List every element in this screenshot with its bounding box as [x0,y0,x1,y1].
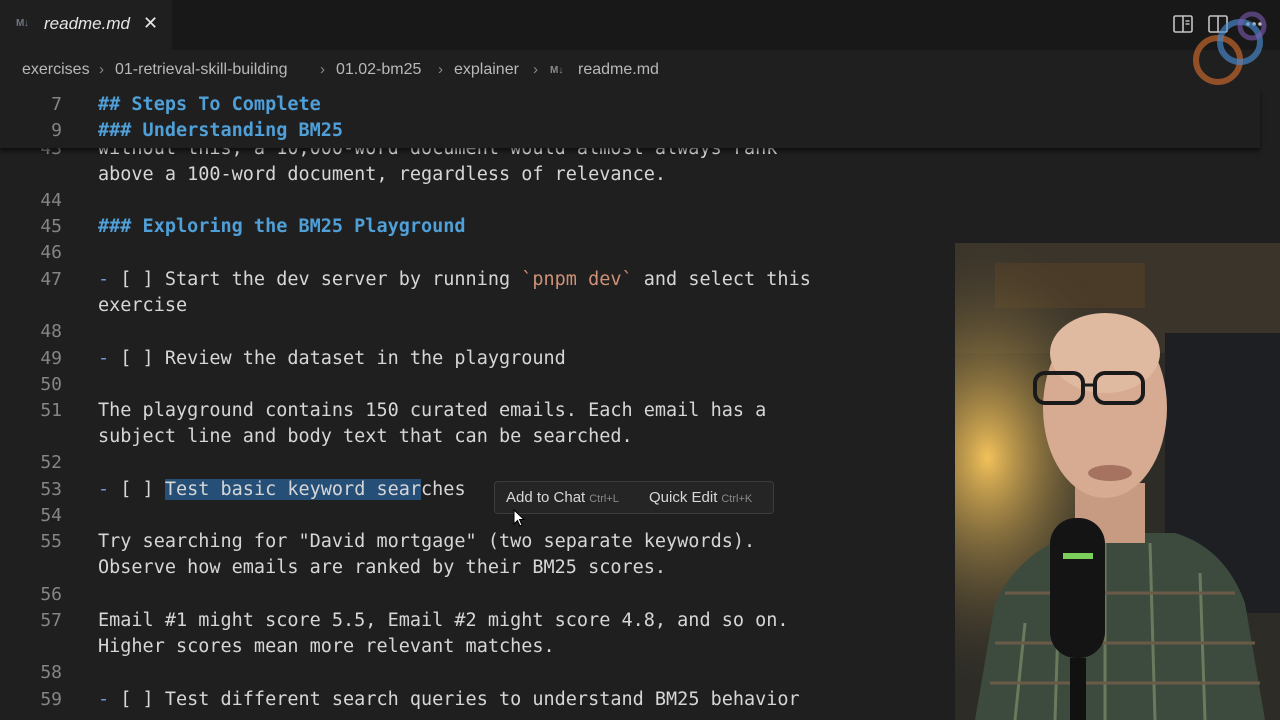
line-number: 50 [40,374,62,395]
todo-item: - [ ] Start the dev server by running `p… [98,269,811,290]
todo-item: - [ ] Test basic keyword searches [98,479,466,500]
line-number: 56 [40,584,62,605]
shortcut-hint: Ctrl+L [589,493,619,505]
line-number: 57 [40,610,62,631]
breadcrumb-subfolder[interactable]: 01.02-bm25 [336,61,421,79]
code-line: Email #1 might score 5.5, Email #2 might… [98,610,789,631]
code-line: exercise [98,295,188,316]
breadcrumb-exercises[interactable]: exercises [22,61,90,79]
code-line: subject line and body text that can be s… [98,426,633,447]
markdown-icon: M↓ [16,18,29,29]
tab-readme[interactable]: M↓ readme.md ✕ [0,0,172,50]
code-line: Higher scores mean more relevant matches… [98,636,555,657]
sticky-heading[interactable]: ## Steps To Complete [98,94,321,115]
chevron-right-icon: › [99,61,104,78]
close-icon[interactable]: ✕ [143,13,158,34]
line-number: 51 [40,400,62,421]
chevron-right-icon: › [533,61,538,78]
line-number: 54 [40,505,62,526]
chevron-right-icon: › [438,61,443,78]
line-number: 9 [51,120,62,141]
inline-code: `pnpm dev` [521,269,633,290]
add-to-chat-button[interactable]: Add to Chat Ctrl+L [506,489,619,506]
line-number: 52 [40,452,62,473]
tab-bar: M↓ readme.md ✕ [0,0,1280,50]
breadcrumb-file[interactable]: readme.md [578,61,659,79]
sticky-heading[interactable]: ### Understanding BM25 [98,120,343,141]
line-number: 47 [40,269,62,290]
line-number: 46 [40,242,62,263]
code-line: Try searching for "David mortgage" (two … [98,531,756,552]
line-number: 48 [40,321,62,342]
line-number: 59 [40,689,62,710]
quick-edit-button[interactable]: Quick Edit Ctrl+K [649,489,752,506]
chevron-right-icon: › [320,61,325,78]
line-number: 45 [40,216,62,237]
breadcrumb-explainer[interactable]: explainer [454,61,519,79]
todo-item: - [ ] Test different search queries to u… [98,689,800,710]
tab-label: readme.md [44,14,130,33]
sticky-scroll[interactable]: 7 ## Steps To Complete 9 ### Understandi… [0,90,1260,148]
line-number: 58 [40,662,62,683]
selection-actions-popup: Add to Chat Ctrl+L Quick Edit Ctrl+K [494,481,774,514]
breadcrumb: exercises › 01-retrieval-skill-building … [0,50,1280,90]
section-heading: ### Exploring the BM25 Playground [98,216,466,237]
breadcrumb-folder[interactable]: 01-retrieval-skill-building [115,61,288,79]
presenter-webcam [955,243,1280,720]
markdown-icon: M↓ [550,65,564,76]
channel-logo [1193,11,1267,85]
mouse-cursor-icon [513,509,525,527]
text-selection: Test basic keyword sear [164,479,422,500]
code-line: The playground contains 150 curated emai… [98,400,767,421]
line-number: 49 [40,348,62,369]
line-number: 7 [51,94,62,115]
code-line: above a 100-word document, regardless of… [98,164,667,185]
line-number: 55 [40,531,62,552]
code-line: Observe how emails are ranked by their B… [98,557,667,578]
line-number: 53 [40,479,62,500]
todo-item: - [ ] Review the dataset in the playgrou… [98,348,566,369]
line-number: 44 [40,190,62,211]
shortcut-hint: Ctrl+K [721,493,753,505]
